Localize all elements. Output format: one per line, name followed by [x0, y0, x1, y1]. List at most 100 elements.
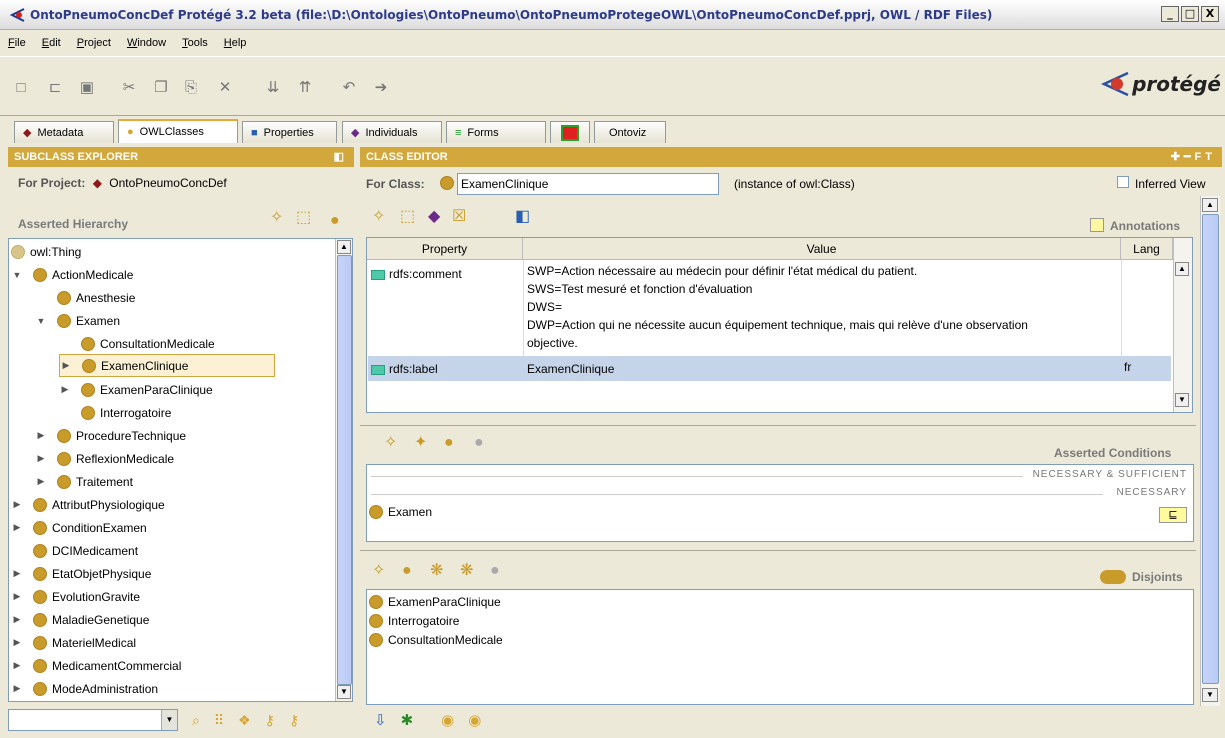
table-row-label-value[interactable]: ExamenClinique	[527, 360, 614, 378]
scroll-thumb[interactable]	[337, 255, 352, 685]
tab-colored[interactable]	[550, 121, 590, 143]
remove-all-siblings-icon[interactable]: ❋	[460, 562, 473, 580]
menu-help[interactable]: Help	[224, 37, 247, 49]
delete-icon[interactable]: ✕	[216, 79, 234, 97]
collapsed-arrow-icon[interactable]: ▶	[11, 614, 23, 625]
tree-item[interactable]: ▶ ReflexionMedicale	[35, 447, 174, 470]
hierarchy-icon[interactable]: ⠿	[214, 712, 224, 729]
tab-individuals[interactable]: ◆ Individuals	[342, 121, 442, 143]
tab-forms[interactable]: ≡ Forms	[446, 121, 546, 143]
tree-item[interactable]: Interrogatoire	[59, 401, 171, 424]
inferred-view-checkbox[interactable]	[1117, 176, 1129, 188]
scroll-down-icon[interactable]: ▼	[337, 685, 351, 699]
menu-file[interactable]: File	[8, 37, 26, 49]
table-row-label[interactable]	[368, 356, 1171, 381]
create-restriction-icon[interactable]: ✧	[384, 434, 397, 452]
table-row-label-property[interactable]: rdfs:label	[371, 360, 438, 378]
search-combo[interactable]: ▼	[8, 709, 178, 731]
create-sibling-icon[interactable]: ⬚	[296, 209, 311, 227]
collapsed-arrow-icon[interactable]: ▶	[11, 591, 23, 602]
scroll-up-icon[interactable]: ▲	[1175, 262, 1189, 276]
view-annotations-icon[interactable]: ◧	[515, 208, 530, 226]
import-icon[interactable]: ⇊	[264, 79, 282, 97]
expanded-arrow-icon[interactable]: ▼	[35, 316, 47, 326]
tree-item[interactable]: ▶ EvolutionGravite	[11, 585, 140, 608]
value-column-header[interactable]: Value	[523, 238, 1121, 260]
panel-header-buttons[interactable]: ✚━FT	[1171, 147, 1216, 167]
delete-annotation-icon[interactable]: ☒	[452, 208, 466, 226]
collapsed-arrow-icon[interactable]: ▶	[11, 637, 23, 648]
add-annotation-icon[interactable]: ✧	[372, 208, 385, 226]
redo-icon[interactable]: ➔	[372, 79, 390, 97]
tree-item[interactable]: ▶ AttributPhysiologique	[11, 493, 165, 516]
add-disjoint-restriction-icon[interactable]: ✧	[372, 562, 385, 580]
tree-item[interactable]: ▶ EtatObjetPhysique	[11, 562, 151, 585]
create-named-class-icon[interactable]: ✦	[414, 434, 427, 452]
undo-icon[interactable]: ↶	[340, 79, 358, 97]
tree-item[interactable]: ▶ ConditionExamen	[11, 516, 147, 539]
tree-item[interactable]: ▶ MedicamentCommercial	[11, 654, 181, 677]
tree-item[interactable]: DCIMedicament	[11, 539, 138, 562]
panel-collapse-icon[interactable]: ◧	[334, 147, 348, 167]
menu-tools[interactable]: Tools	[182, 37, 208, 49]
property-column-header[interactable]: Property	[367, 238, 523, 260]
collapsed-arrow-icon[interactable]: ▶	[60, 360, 72, 371]
tree-item[interactable]: ▶ ExamenParaClinique	[59, 378, 213, 401]
add-all-siblings-icon[interactable]: ❋	[430, 562, 443, 580]
cut-icon[interactable]: ✂	[120, 79, 138, 97]
remove-disjoint-icon[interactable]: ●	[490, 562, 500, 580]
table-row-comment-property[interactable]: rdfs:comment	[371, 265, 462, 283]
export-icon[interactable]: ⇈	[296, 79, 314, 97]
list-item[interactable]: ExamenParaClinique	[369, 592, 501, 611]
find-icon[interactable]: ⌕	[192, 712, 200, 729]
class-name-field[interactable]: ExamenClinique	[457, 173, 719, 195]
collapsed-arrow-icon[interactable]: ▶	[11, 568, 23, 579]
maximize-button[interactable]: □	[1181, 6, 1199, 22]
tree-item[interactable]: ▶ ExamenClinique	[59, 354, 275, 377]
intersection-icon[interactable]: ◉	[468, 711, 481, 729]
scroll-up-icon[interactable]: ▲	[337, 240, 351, 254]
collapsed-arrow-icon[interactable]: ▶	[59, 384, 71, 395]
annotations-scrollbar[interactable]: ▲ ▼	[1173, 238, 1192, 412]
editor-scrollbar[interactable]: ▲ ▼	[1200, 196, 1220, 706]
menu-window[interactable]: Window	[127, 37, 166, 49]
table-row-comment-value[interactable]: SWP=Action nécessaire au médecin pour dé…	[527, 262, 1117, 352]
tree-item[interactable]: Anesthesie	[35, 286, 135, 309]
minimize-button[interactable]: _	[1161, 6, 1179, 22]
download-icon[interactable]: ⇩	[374, 711, 387, 729]
collapsed-arrow-icon[interactable]: ▶	[11, 660, 23, 671]
tree-item[interactable]: ▶ MaladieGenetique	[11, 608, 149, 631]
bug-icon[interactable]: ✱	[401, 711, 414, 729]
menu-project[interactable]: Project	[77, 37, 111, 49]
table-row-label-lang[interactable]: fr	[1124, 358, 1131, 376]
tree-item[interactable]: ▼ ActionMedicale	[11, 263, 133, 286]
open-folder-icon[interactable]: ⊏	[46, 79, 64, 97]
remove-condition-icon[interactable]: ●	[474, 434, 484, 452]
copy-icon[interactable]: ❐	[152, 79, 170, 97]
list-item[interactable]: ConsultationMedicale	[369, 630, 503, 649]
tab-metadata[interactable]: ◆ Metadata	[14, 121, 114, 143]
new-file-icon[interactable]: □	[12, 79, 30, 97]
subclass-tree-icon[interactable]: ❖	[238, 712, 251, 729]
add-individual-icon[interactable]: ◆	[428, 208, 440, 226]
tree-scrollbar[interactable]: ▲ ▼	[335, 239, 352, 701]
menu-edit[interactable]: Edit	[42, 37, 61, 49]
tree-item[interactable]: ▶ ProcedureTechnique	[35, 424, 186, 447]
collapsed-arrow-icon[interactable]: ▶	[11, 522, 23, 533]
tree-item[interactable]: ▼ Examen	[35, 309, 120, 332]
collapsed-arrow-icon[interactable]: ▶	[35, 430, 47, 441]
delete-class-icon[interactable]: ●	[330, 212, 340, 230]
tree-item[interactable]: ▶ ModeAdministration	[11, 677, 158, 700]
scroll-down-icon[interactable]: ▼	[1175, 393, 1189, 407]
collapsed-arrow-icon[interactable]: ▶	[35, 476, 47, 487]
tree-item[interactable]: owl:Thing	[11, 240, 81, 263]
tree-item[interactable]: ConsultationMedicale	[59, 332, 215, 355]
lang-column-header[interactable]: Lang	[1121, 238, 1173, 260]
close-button[interactable]: X	[1201, 6, 1219, 22]
tab-owlclasses[interactable]: ● OWLClasses	[118, 119, 238, 143]
key-delete-icon[interactable]: ⚷	[289, 712, 299, 729]
expanded-arrow-icon[interactable]: ▼	[11, 270, 23, 280]
collapsed-arrow-icon[interactable]: ▶	[35, 453, 47, 464]
add-named-class-icon[interactable]: ●	[444, 434, 454, 452]
scroll-up-icon[interactable]: ▲	[1202, 198, 1218, 212]
